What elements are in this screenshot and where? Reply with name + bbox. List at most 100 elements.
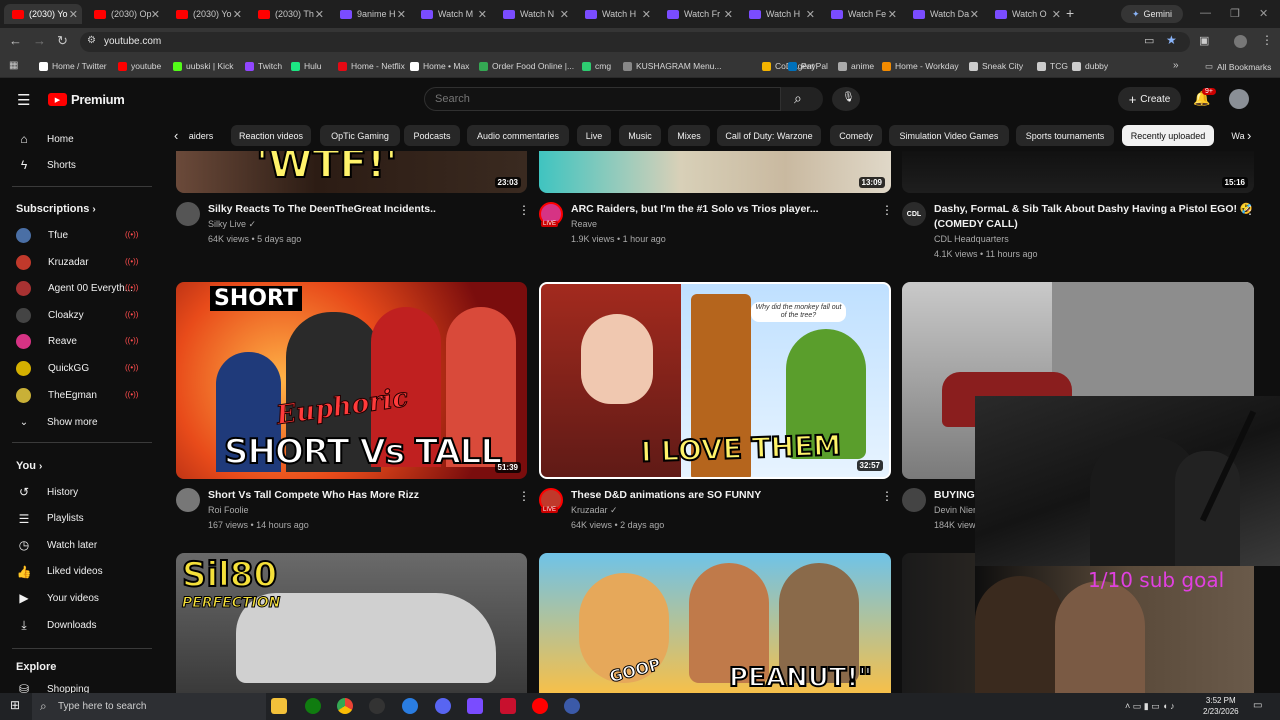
browser-tab[interactable]: Watch Da ✕ [905,4,983,24]
subscription-item[interactable]: Reave [16,334,77,350]
profile-avatar-icon[interactable] [1234,35,1247,48]
site-info-icon[interactable]: ⚙ [87,35,96,46]
filter-chip[interactable]: Mixes [668,125,710,146]
close-tab-icon[interactable]: ✕ [69,8,78,21]
browser-tab[interactable]: Watch M ✕ [413,4,491,24]
subscription-item[interactable]: Tfue [16,228,68,243]
bookmark-link[interactable]: Home • Max [410,61,469,71]
video-title[interactable]: Silky Reacts To The DeenTheGreat Inciden… [208,203,436,216]
browser-tab[interactable]: Watch Fe ✕ [823,4,901,24]
sidebar-item-playlists[interactable]: ☰ Playlists [16,512,84,526]
minimize-icon[interactable]: — [1200,7,1211,19]
more-bookmarks-icon[interactable]: » [1173,60,1179,71]
video-thumbnail[interactable]: 13:09 [539,151,891,193]
browser-tab[interactable]: Watch N ✕ [495,4,573,24]
chips-scroll-right-icon[interactable]: › [1247,128,1251,143]
bookmark-link[interactable]: Home / Twitter [39,61,107,71]
close-tab-icon[interactable]: ✕ [1052,8,1061,21]
sidebar-item-shorts[interactable]: ϟ Shorts [16,158,76,172]
filter-chip[interactable]: Recently uploaded [1122,125,1214,146]
notification-center-icon[interactable]: ▭ [1253,700,1262,711]
subscription-item[interactable]: QuickGG [16,361,89,376]
browser-tab[interactable]: Watch O ✕ [987,4,1065,24]
side-panel-icon[interactable]: ▣ [1199,34,1209,47]
install-app-icon[interactable]: ▭ [1144,34,1154,47]
sidebar-item-home[interactable]: ⌂ Home [16,131,152,147]
bookmark-link[interactable]: Twitch [245,61,282,71]
subscriptions-heading[interactable]: Subscriptions › [16,203,96,215]
forward-icon[interactable]: → [33,33,46,48]
obs-icon[interactable] [369,698,385,714]
subscription-item[interactable]: Cloakzy [16,307,84,323]
close-tab-icon[interactable]: ✕ [642,8,651,21]
bookmark-link[interactable]: dubby [1072,61,1108,71]
bookmark-link[interactable]: Home - Workday [882,61,959,71]
you-heading[interactable]: You › [16,460,42,472]
reload-icon[interactable]: ↻ [57,33,68,49]
channel-name[interactable]: Roi Foolie [208,505,249,515]
filter-chip[interactable]: Call of Duty: Warzone [717,125,821,146]
channel-name[interactable]: CDL Headquarters [934,234,1009,244]
video-title[interactable]: ARC Raiders, but I'm the #1 Solo vs Trio… [571,203,819,216]
close-window-icon[interactable]: ✕ [1259,7,1268,20]
discord-icon[interactable] [435,698,451,714]
url-text[interactable]: youtube.com [104,36,161,47]
bookmark-link[interactable]: TCG [1037,61,1068,71]
maximize-icon[interactable]: ❐ [1230,7,1240,20]
filter-chip[interactable]: Simulation Video Games [889,125,1009,146]
video-thumbnail[interactable]: Why did the monkey fall out of the tree?… [539,282,891,479]
windows-start-icon[interactable]: ⊞ [10,698,20,712]
close-tab-icon[interactable]: ✕ [560,8,569,21]
bookmark-link[interactable]: PayPal [788,61,828,71]
channel-avatar[interactable] [902,488,926,512]
subscription-item[interactable]: Agent 00 Everyth... [16,281,133,297]
video-title[interactable]: BUYING [934,489,975,502]
more-options-icon[interactable]: ⋮ [518,203,530,217]
search-input[interactable] [424,87,781,111]
file-explorer-icon[interactable] [271,698,287,714]
voice-search-button[interactable]: 🎙 [832,87,860,111]
new-tab-button[interactable]: + [1066,5,1074,21]
filter-chip[interactable]: Reaction videos [231,125,311,146]
bookmark-link[interactable]: youtube [118,61,161,71]
taskbar-search[interactable]: ⌕ Type here to search [32,693,266,720]
bookmark-link[interactable]: KUSHAGRAM Menu... [623,61,722,71]
close-tab-icon[interactable]: ✕ [724,8,733,21]
close-tab-icon[interactable]: ✕ [806,8,815,21]
app-icon[interactable] [402,698,418,714]
sidebar-item-liked-videos[interactable]: 👍 Liked videos [16,565,103,579]
bookmark-link[interactable]: cmg [582,61,611,71]
filter-chip[interactable]: Audio commentaries [467,125,569,146]
channel-avatar[interactable] [176,202,200,226]
taskbar-clock[interactable]: 3:52 PM 2/23/2026 [1203,695,1239,717]
bookmark-link[interactable]: Home - Netflix [338,61,405,71]
browser-tab[interactable]: Watch H ✕ [741,4,819,24]
more-options-icon[interactable]: ⋮ [1244,203,1256,217]
bookmark-link[interactable]: anime [838,61,874,71]
close-tab-icon[interactable]: ✕ [478,8,487,21]
close-tab-icon[interactable]: ✕ [315,8,324,21]
filter-chip[interactable]: Sports tournaments [1016,125,1114,146]
browser-tab[interactable]: 9anime H ✕ [332,4,410,24]
youtube-icon[interactable] [532,698,548,714]
filter-chip[interactable]: Music [619,125,661,146]
close-tab-icon[interactable]: ✕ [233,8,242,21]
browser-tab[interactable]: Watch H ✕ [577,4,655,24]
sidebar-item-history[interactable]: ↺ History [16,485,78,499]
app-circle-icon[interactable] [564,698,580,714]
bookmark-link[interactable]: Sneak City [969,61,1023,71]
subscription-item[interactable]: Kruzadar [16,254,89,270]
browser-tab[interactable]: (2030) Th ✕ [250,4,328,24]
bookmark-star-icon[interactable]: ★ [1166,33,1177,47]
close-tab-icon[interactable]: ✕ [970,8,979,21]
video-thumbnail[interactable]: 'WTF!' 23:03 [176,151,527,193]
browser-tab[interactable]: (2030) Op ✕ [86,4,164,24]
more-options-icon[interactable]: ⋮ [881,489,893,503]
filter-chip[interactable]: Podcasts [404,125,460,146]
channel-name[interactable]: Reave [571,219,597,229]
video-title[interactable]: Short Vs Tall Compete Who Has More Rizz [208,489,419,502]
game-icon[interactable] [467,698,483,714]
channel-name[interactable]: Devin Nier [934,505,976,515]
subscription-item[interactable]: TheEgman [16,387,97,403]
menu-hamburger-icon[interactable]: ☰ [17,91,30,109]
